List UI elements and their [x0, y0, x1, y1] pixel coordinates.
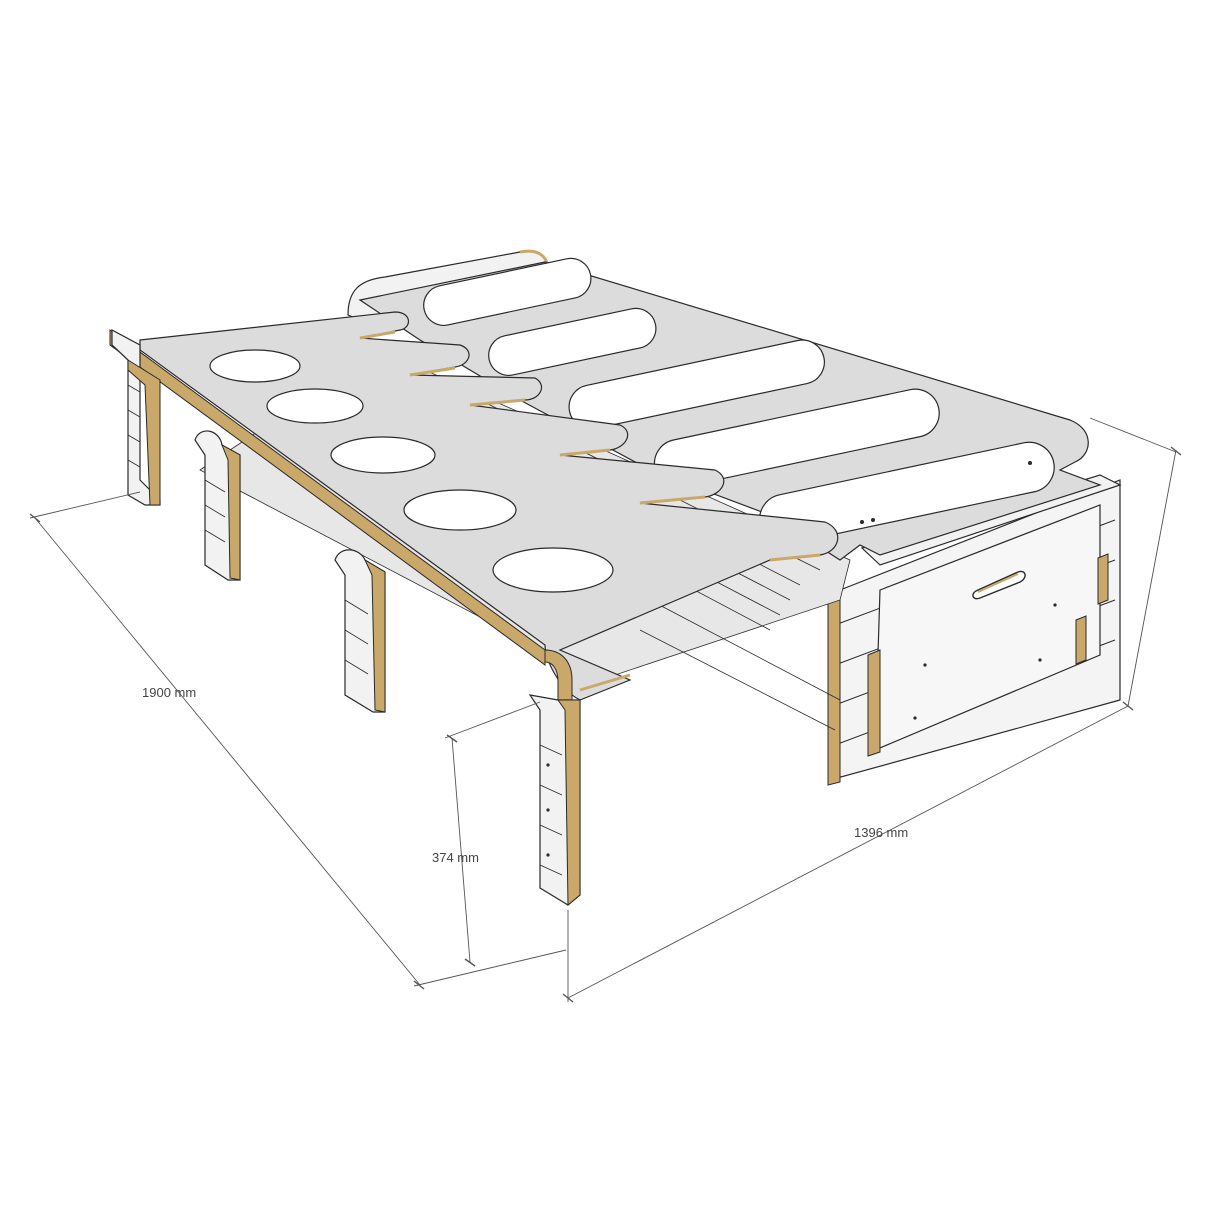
cutout-5: [492, 547, 614, 593]
dimension-height-label: 374 mm: [432, 850, 479, 865]
leg-3: [334, 549, 386, 713]
leg-4: [528, 694, 581, 907]
bed-frame-diagram: 1900 mm 374 mm 1396 mm: [0, 0, 1218, 1218]
dimension-width-label: 1396 mm: [854, 825, 908, 840]
cutout-2: [266, 388, 364, 424]
diagram-svg: 1900 mm 374 mm 1396 mm: [29, 249, 1182, 1003]
cutout-1: [209, 349, 301, 383]
cutout-3: [330, 436, 436, 474]
dimension-height: [444, 701, 541, 967]
leg-2: [194, 430, 241, 581]
dimension-length-label: 1900 mm: [142, 685, 196, 700]
cutout-4: [403, 489, 517, 531]
